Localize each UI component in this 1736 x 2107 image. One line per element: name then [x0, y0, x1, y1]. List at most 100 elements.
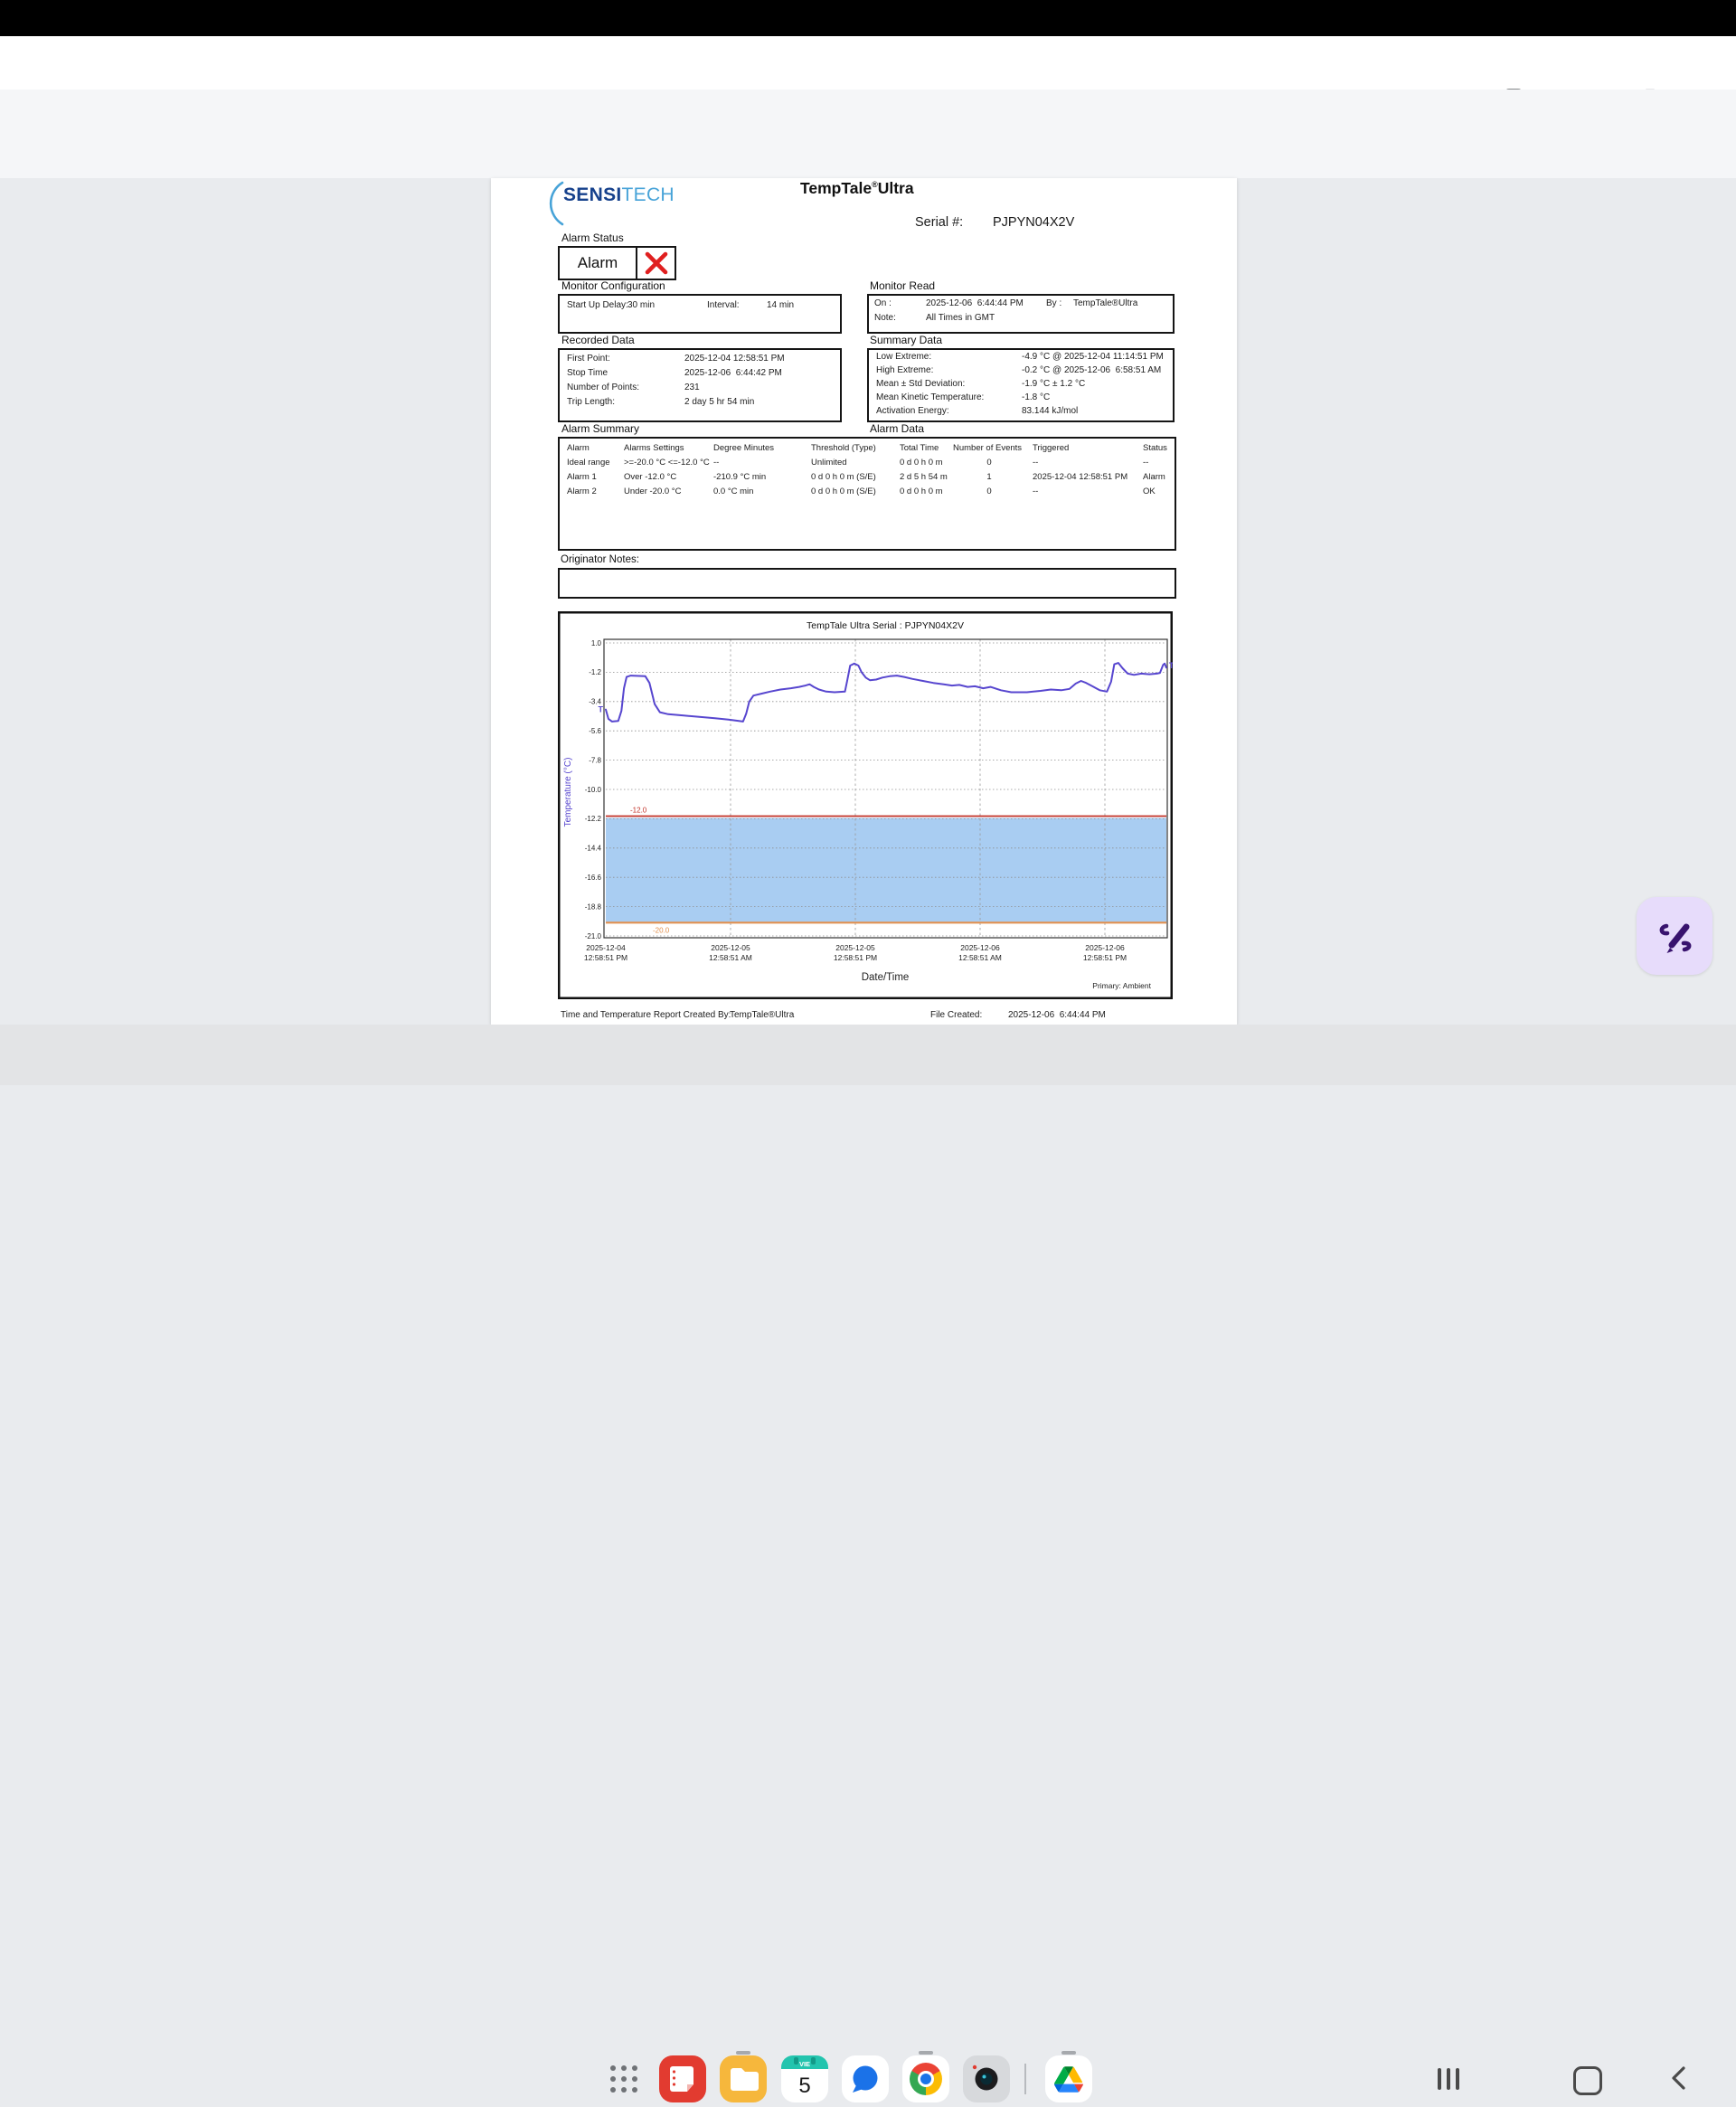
summary-data-title: Summary Data: [870, 334, 942, 346]
sensitech-logo: SENSITECH: [563, 184, 675, 206]
data-row: Mean Kinetic Temperature:-1.8 °C: [869, 392, 1173, 405]
running-indicator-drive: [1061, 2051, 1076, 2055]
footer-file-created-value: 2025-12-06 6:44:44 PM: [1008, 1010, 1106, 1020]
running-indicator-my-files: [736, 2051, 750, 2055]
field-label: Note:: [874, 313, 896, 323]
alarm-table-header: Alarm: [567, 443, 590, 453]
svg-text:2025-12-05: 2025-12-05: [835, 943, 875, 952]
back-nav-button[interactable]: [1669, 2066, 1687, 2090]
data-row: Stop Time2025-12-06 6:44:42 PM: [560, 368, 840, 381]
taskbar: VIE 5: [0, 1025, 1736, 1085]
summary-data-box: Low Extreme:-4.9 °C @ 2025-12-04 11:14:5…: [867, 348, 1175, 422]
alarm-table-cell: Alarm 2: [567, 487, 597, 496]
svg-text:12:58:51 PM: 12:58:51 PM: [1083, 953, 1127, 962]
calendar-app-icon[interactable]: VIE 5: [781, 2055, 828, 2102]
alarm-table-cell: 0: [953, 458, 1025, 468]
data-row: Low Extreme:-4.9 °C @ 2025-12-04 11:14:5…: [869, 352, 1173, 364]
chart-legend: Primary: Ambient: [1092, 981, 1151, 990]
data-row: Activation Energy:83.144 kJ/mol: [869, 406, 1173, 419]
camera-app-icon[interactable]: [963, 2055, 1010, 2102]
monitor-configuration-box: Start Up Delay: 30 min Interval: 14 min: [558, 294, 842, 334]
svg-text:12:58:51 AM: 12:58:51 AM: [709, 953, 752, 962]
alarm-status-label: Alarm Status: [561, 231, 624, 244]
field-value: 2025-12-06 6:44:44 PM: [926, 298, 1024, 308]
alarm-table-cell: --: [1143, 458, 1148, 468]
alarm-table-cell: --: [1033, 487, 1038, 496]
alarm-table-header: Number of Events: [953, 443, 1022, 453]
pdf-scroll-area[interactable]: SENSITECH TempTale®Ultra Serial #: PJPYN…: [0, 178, 1736, 1025]
alarm-table-cell: 0 d 0 h 0 m: [900, 458, 943, 468]
home-nav-button[interactable]: [1573, 2066, 1602, 2095]
chart-canvas: 1.0-1.2-3.4-5.6-7.8-10.0-12.2-14.4-16.6-…: [558, 611, 1173, 999]
status-bar: [0, 0, 1736, 36]
alarm-table-header: Triggered: [1033, 443, 1069, 453]
svg-text:-12.2: -12.2: [585, 815, 602, 823]
svg-text:-16.6: -16.6: [585, 874, 602, 882]
product-title: TempTale®Ultra: [800, 179, 914, 198]
stylus-pen-icon: [1654, 915, 1695, 957]
data-row: High Extreme:-0.2 °C @ 2025-12-06 6:58:5…: [869, 365, 1173, 378]
monitor-read-title: Monitor Read: [870, 279, 935, 292]
svg-text:-14.4: -14.4: [585, 845, 602, 853]
alarm-summary-title: Alarm Summary: [561, 422, 639, 435]
svg-text:1.0: 1.0: [591, 639, 602, 647]
calendar-day: 5: [798, 2074, 810, 2098]
alarm-table-cell: --: [713, 458, 719, 468]
my-files-app-icon[interactable]: [720, 2055, 767, 2102]
serial-label: Serial #:: [915, 215, 963, 230]
svg-text:2025-12-05: 2025-12-05: [711, 943, 750, 952]
alarm-table: AlarmAlarms SettingsDegree MinutesThresh…: [558, 437, 1176, 551]
svg-text:-18.8: -18.8: [585, 902, 602, 911]
svg-text:T: T: [1169, 661, 1173, 670]
y-axis-label: Temperature (°C): [563, 758, 573, 827]
svg-text:12:58:51 PM: 12:58:51 PM: [584, 953, 627, 962]
drive-app-icon[interactable]: [1045, 2055, 1092, 2102]
messages-app-icon[interactable]: [842, 2055, 889, 2102]
x-axis-label: Date/Time: [862, 972, 910, 983]
svg-text:-10.0: -10.0: [585, 786, 602, 794]
alarm-status-value: Alarm: [560, 248, 636, 279]
field-label: On :: [874, 298, 892, 308]
alarm-table-cell: 0: [953, 487, 1025, 496]
alarm-table-cell: >=-20.0 °C <=-12.0 °C: [624, 458, 710, 468]
alarm-table-header: Alarms Settings: [624, 443, 684, 453]
pdf-viewer-header: PJPYN04X2V_0.pdf: [0, 90, 1736, 179]
app-drawer-icon[interactable]: [609, 2064, 639, 2094]
recents-nav-button[interactable]: [1436, 2067, 1461, 2091]
footer-created-by-value: TempTale®Ultra: [730, 1010, 794, 1020]
svg-text:2025-12-06: 2025-12-06: [1085, 943, 1125, 952]
monitor-read-box: On : 2025-12-06 6:44:44 PM By : TempTale…: [867, 294, 1175, 334]
field-label: By :: [1046, 298, 1061, 308]
chart-title: TempTale Ultra Serial : PJPYN04X2V: [807, 620, 964, 631]
alarm-table-cell: --: [1033, 458, 1038, 468]
alarm-table-cell: 0 d 0 h 0 m: [900, 487, 943, 496]
recorded-data-title: Recorded Data: [561, 334, 635, 346]
pdf-page: SENSITECH TempTale®Ultra Serial #: PJPYN…: [491, 178, 1237, 1025]
svg-text:-21.0: -21.0: [585, 932, 602, 940]
footer-file-created-label: File Created:: [930, 1010, 982, 1020]
field-label: Interval:: [707, 300, 740, 310]
svg-text:-5.6: -5.6: [589, 727, 601, 735]
brand-text-light: TECH: [622, 184, 675, 205]
running-indicator-chrome: [919, 2051, 933, 2055]
data-row: Trip Length:2 day 5 hr 54 min: [560, 397, 840, 410]
alarm-table-cell: 2025-12-04 12:58:51 PM: [1033, 472, 1127, 482]
alarm-data-title: Alarm Data: [870, 422, 924, 435]
alarm-table-cell: OK: [1143, 487, 1156, 496]
data-row: First Point:2025-12-04 12:58:51 PM: [560, 354, 840, 366]
temperature-chart: 1.0-1.2-3.4-5.6-7.8-10.0-12.2-14.4-16.6-…: [558, 611, 1173, 999]
alarm-table-cell: 1: [953, 472, 1025, 482]
annotate-fab[interactable]: [1637, 897, 1712, 975]
field-label: Start Up Delay:: [567, 300, 628, 310]
window-title-bar: [0, 36, 1736, 90]
taskbar-divider: [1024, 2064, 1026, 2094]
chrome-app-icon[interactable]: [902, 2055, 949, 2102]
alarm-table-cell: Ideal range: [567, 458, 610, 468]
brand-text-bold: SENSI: [563, 184, 622, 205]
svg-text:T: T: [599, 705, 604, 714]
notes-app-icon[interactable]: [659, 2055, 706, 2102]
data-row: Number of Points:231: [560, 383, 840, 395]
alarm-table-header: Degree Minutes: [713, 443, 774, 453]
calendar-weekday: VIE: [799, 2060, 810, 2068]
svg-text:-7.8: -7.8: [589, 756, 601, 764]
